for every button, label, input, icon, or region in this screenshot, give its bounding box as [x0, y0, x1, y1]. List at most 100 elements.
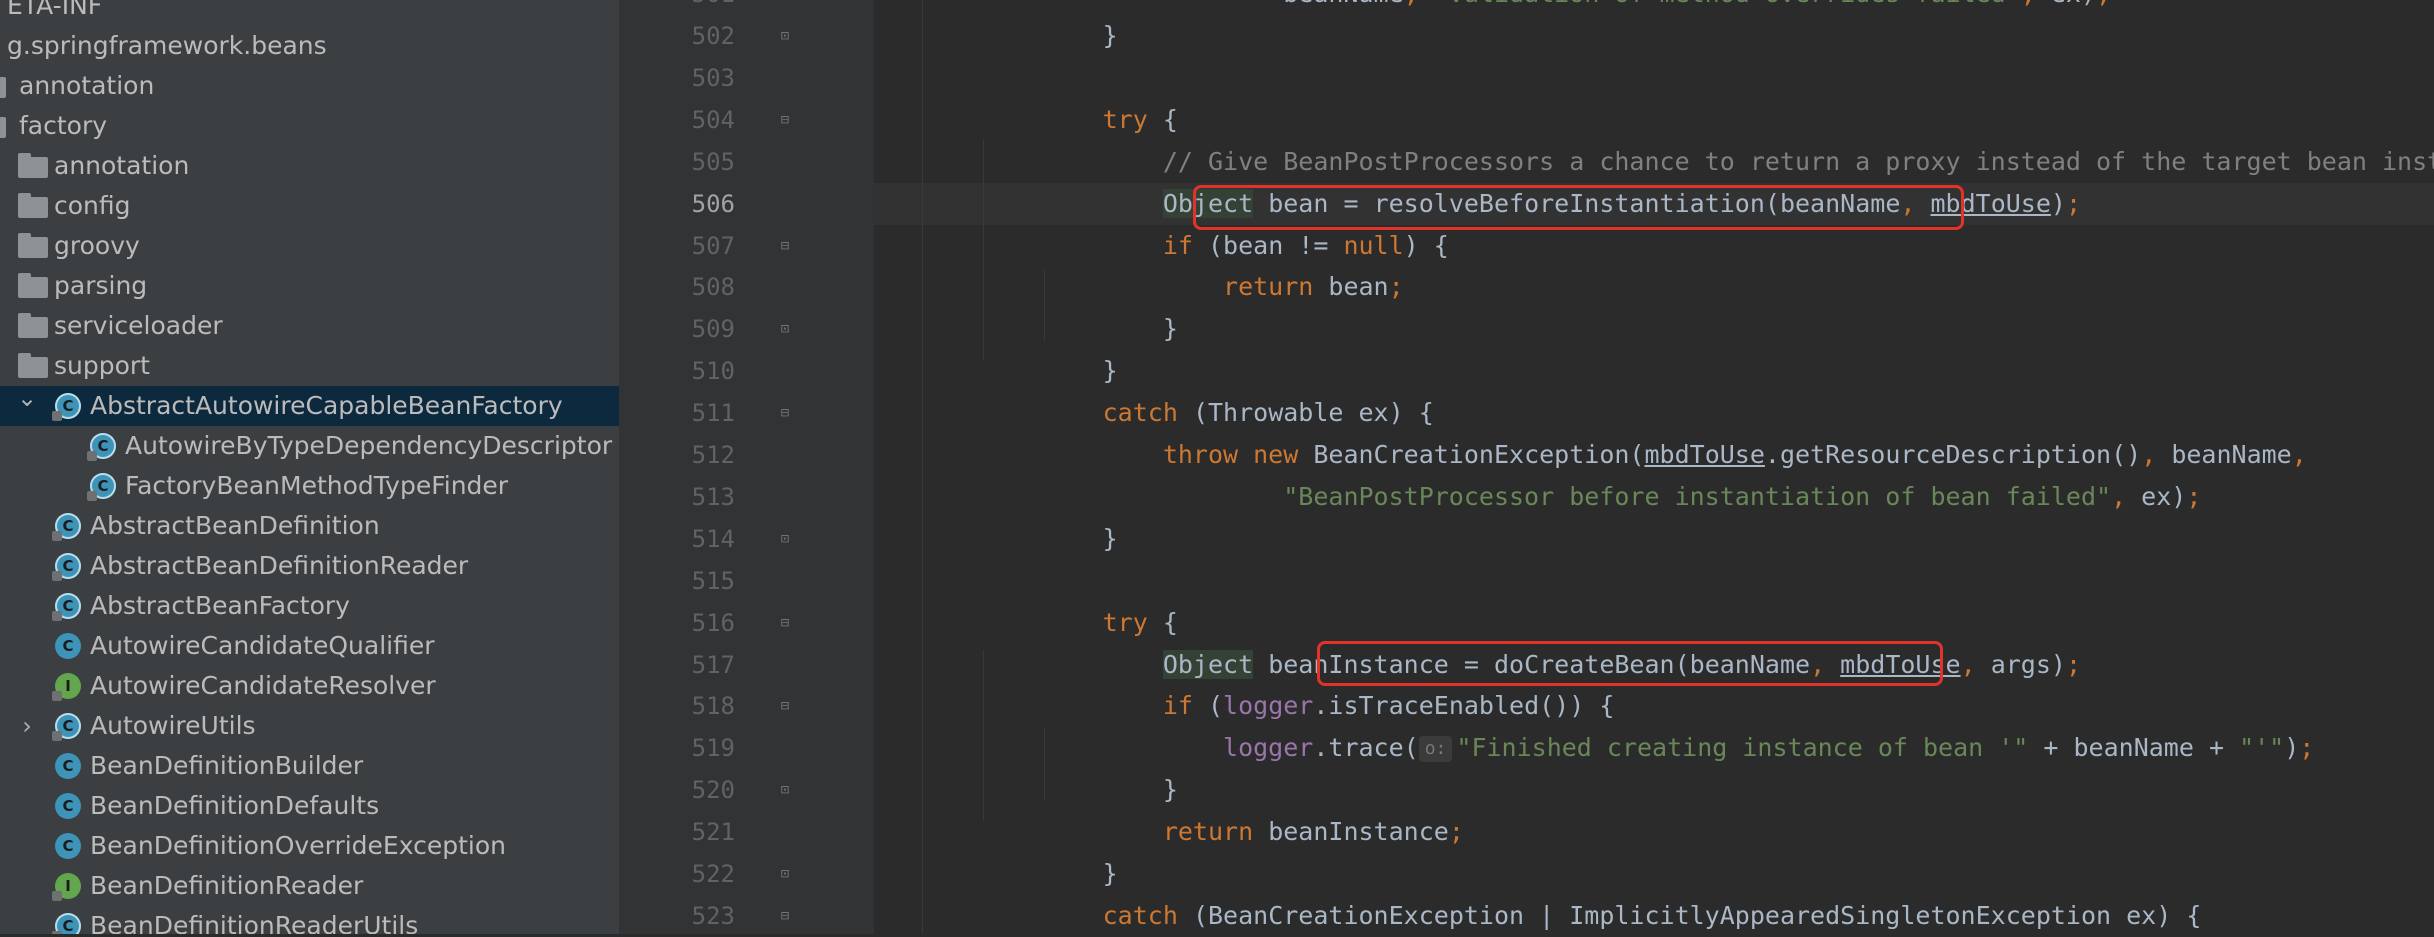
line-number: 501 [619, 0, 735, 15]
line-number: 505 [691, 147, 735, 176]
code-line[interactable]: if (logger.isTraceEnabled()) { [922, 685, 1615, 727]
tree-item-label: groovy [54, 231, 140, 260]
code-line[interactable]: "BeanPostProcessor before instantiation … [922, 476, 2201, 518]
code-token: { [1147, 607, 1178, 637]
fold-open-icon[interactable]: ⊟ [777, 237, 793, 255]
tree-item-label: serviceloader [54, 311, 223, 340]
tree-item[interactable]: I BeanDefinitionReader [0, 866, 619, 906]
chevron-down-icon[interactable]: ⌄ [16, 378, 38, 418]
fold-open-icon[interactable]: ⊟ [777, 907, 793, 925]
tree-item[interactable]: g.springframework.beans [0, 26, 619, 66]
code-line[interactable]: return beanInstance; [922, 811, 1464, 853]
tree-item[interactable]: ⌄ C AbstractAutowireCapableBeanFactory [0, 384, 619, 426]
code-token: } [922, 775, 1178, 805]
tree-item-label: AutowireUtils [90, 711, 256, 740]
code-line[interactable]: logger.trace(o: "Finished creating instan… [922, 727, 2314, 769]
tree-item[interactable]: C BeanDefinitionDefaults [0, 786, 619, 826]
code-line[interactable]: } [922, 853, 1118, 895]
code-line[interactable]: try { [922, 602, 1178, 644]
tree-item[interactable]: C FactoryBeanMethodTypeFinder [0, 466, 619, 506]
tree-item[interactable]: support [0, 346, 619, 386]
line-number: 515 [691, 566, 735, 595]
fold-open-icon[interactable]: ⊟ [777, 111, 793, 129]
tree-item[interactable]: › C AutowireUtils [0, 706, 619, 746]
fold-open-icon[interactable]: ⊟ [777, 614, 793, 632]
lock-icon [52, 691, 62, 701]
tree-item[interactable]: I AutowireCandidateResolver [0, 666, 619, 706]
line-number: 503 [691, 63, 735, 92]
tree-item[interactable]: factory [0, 106, 619, 146]
code-line[interactable]: } [922, 518, 1118, 560]
tree-item-label: AbstractBeanFactory [90, 591, 350, 620]
code-token: ; [1448, 817, 1464, 847]
lock-icon [87, 491, 97, 501]
tree-item-label: BeanDefinitionOverrideException [90, 831, 506, 860]
lock-icon [52, 571, 62, 581]
project-tree: ETA-INF g.springframework.beans annotation… [0, 0, 619, 934]
tree-item[interactable]: ETA-INF [0, 0, 619, 26]
line-number: 516 [691, 608, 735, 637]
code-line[interactable]: beanName, "Validation of method override… [922, 0, 2111, 15]
code-token: } [922, 356, 1118, 386]
tree-item-label: AutowireByTypeDependencyDescriptor [125, 431, 613, 460]
fold-close-icon[interactable]: ⊡ [777, 320, 793, 338]
code-token: ) { [1403, 230, 1449, 260]
lock-icon [52, 411, 62, 421]
code-token: "Finished creating instance of bean '" [1456, 733, 2029, 763]
tree-item[interactable]: serviceloader [0, 306, 619, 346]
line-number: 514 [691, 524, 735, 553]
code-line[interactable]: try { [922, 99, 1178, 141]
code-line[interactable]: } [922, 15, 1118, 57]
code-line[interactable]: // Give BeanPostProcessors a chance to r… [922, 141, 2434, 183]
class-icon: C [55, 833, 81, 859]
tree-item[interactable]: C AbstractBeanDefinitionReader [0, 546, 619, 586]
tree-item[interactable]: parsing [0, 266, 619, 306]
code-line[interactable]: catch (BeanCreationException | Implicitl… [922, 895, 2202, 937]
code-token: if [1162, 230, 1193, 260]
tree-item-label: BeanDefinitionReader [90, 871, 364, 900]
tree-item[interactable]: C AutowireByTypeDependencyDescriptor [0, 426, 619, 466]
code-token: "'" [2239, 733, 2285, 763]
tree-item[interactable]: C BeanDefinitionOverrideException [0, 826, 619, 866]
tree-item[interactable]: C AutowireCandidateQualifier [0, 626, 619, 666]
code-line[interactable]: throw new BeanCreationException(mbdToUse… [922, 434, 2307, 476]
tree-item[interactable]: C BeanDefinitionBuilder [0, 746, 619, 786]
fold-close-icon[interactable]: ⊡ [777, 781, 793, 799]
fold-open-icon[interactable]: ⊟ [777, 697, 793, 715]
fold-close-icon[interactable]: ⊡ [777, 27, 793, 45]
tree-item[interactable]: annotation [0, 146, 619, 186]
code-token: .isTraceEnabled()) { [1313, 691, 1615, 721]
tree-item-label: FactoryBeanMethodTypeFinder [125, 471, 509, 500]
tree-item[interactable]: groovy [0, 226, 619, 266]
tree-item-label: AutowireCandidateResolver [90, 671, 436, 700]
code-token: , [2111, 481, 2142, 511]
tree-item[interactable]: C BeanDefinitionReaderUtils [0, 906, 619, 934]
line-number: 502 [691, 22, 735, 50]
fold-close-icon[interactable]: ⊡ [777, 530, 793, 548]
tree-item[interactable]: C AbstractBeanFactory [0, 586, 619, 626]
code-line[interactable]: catch (Throwable ex) { [922, 392, 1434, 434]
line-number: 508 [691, 273, 735, 302]
indent-guide [983, 650, 984, 820]
code-token: ; [2065, 188, 2082, 218]
code-line[interactable]: if (bean != null) { [922, 225, 1449, 267]
tree-item[interactable]: C AbstractBeanDefinition [0, 506, 619, 546]
tree-item[interactable]: annotation [0, 66, 619, 106]
tree-item[interactable]: config [0, 186, 619, 226]
line-number: 520 [691, 776, 735, 805]
lock-icon [52, 891, 62, 901]
code-line[interactable]: } [922, 769, 1178, 811]
folder-icon [0, 117, 6, 138]
code-line[interactable]: } [922, 350, 1118, 392]
code-line[interactable]: return bean; [922, 266, 1404, 308]
chevron-right-icon[interactable]: › [16, 706, 38, 746]
fold-close-icon[interactable]: ⊡ [777, 865, 793, 883]
code-token: ; [2299, 733, 2315, 763]
code-token: try [1102, 607, 1148, 637]
fold-open-icon[interactable]: ⊟ [777, 404, 793, 422]
code-line[interactable]: } [922, 308, 1178, 350]
line-number: 521 [691, 818, 735, 847]
